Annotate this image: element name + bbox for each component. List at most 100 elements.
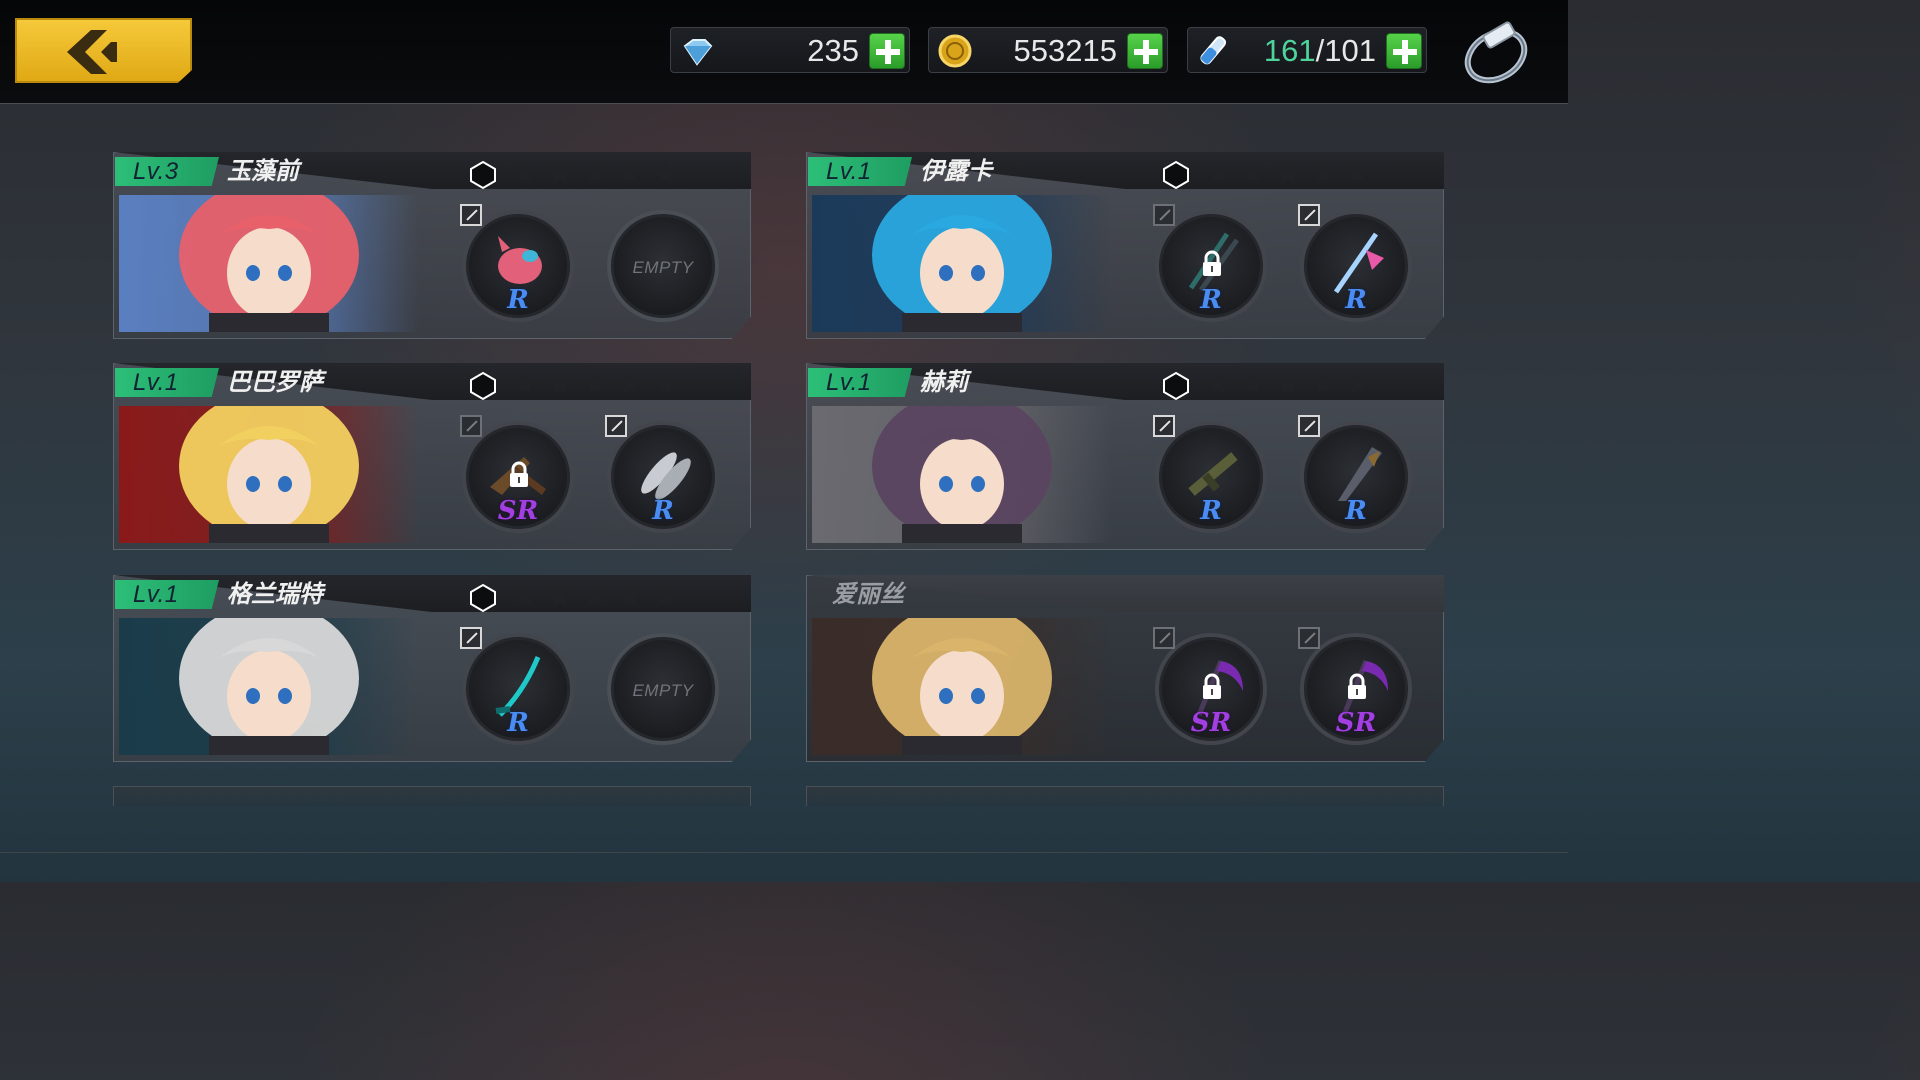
gold-coin-icon (938, 34, 972, 68)
diamond-value: 235 (807, 33, 859, 68)
character-card[interactable]: Lv.1 巴巴罗萨 ★ ★ ★ ★ ★ SR R (113, 363, 751, 550)
character-portrait (119, 406, 419, 543)
empty-slot-label: EMPTY (632, 681, 694, 700)
stamina-value: 161/101 (1264, 33, 1376, 69)
star-icon: ★ (512, 581, 538, 613)
rarity-badge: R (1345, 285, 1367, 315)
edit-icon[interactable] (1298, 415, 1320, 437)
add-gold-button[interactable] (1127, 33, 1163, 69)
level-text: Lv.1 (826, 369, 872, 396)
awaken-hexagon-icon (470, 371, 496, 401)
star-icon: ★ (1310, 158, 1336, 190)
character-name: 伊露卡 (920, 158, 992, 185)
character-card[interactable]: Lv.1 赫莉 ★ ★ ★ ★ ★ R R (806, 363, 1444, 550)
gold-counter: 553215 (928, 27, 1168, 73)
character-art (179, 618, 359, 755)
level-text: Lv.3 (133, 158, 179, 185)
weapon-slot[interactable]: R (1298, 204, 1412, 322)
next-row-card-left (113, 786, 751, 806)
back-button[interactable] (15, 18, 192, 83)
lock-icon (1348, 673, 1366, 699)
edit-icon[interactable] (1153, 415, 1175, 437)
awaken-hexagon-icon (1163, 371, 1189, 401)
star-rating: ★ ★ ★ ★ ★ (1204, 369, 1372, 401)
gold-value: 553215 (1013, 33, 1117, 68)
star-icon: ★ (1205, 369, 1231, 401)
ring-icon[interactable] (1460, 20, 1532, 86)
lock-icon (510, 461, 528, 487)
lock-icon (1203, 673, 1221, 699)
weapon-slot[interactable]: R (1153, 415, 1267, 533)
character-name: 赫莉 (920, 369, 968, 396)
character-card[interactable]: Lv.1 伊露卡 ★ ★ ★ ★ ★ R R (806, 152, 1444, 339)
edit-icon[interactable] (605, 415, 627, 437)
potion-vial-icon (1200, 36, 1227, 65)
bottom-divider (0, 852, 1568, 853)
character-card[interactable]: Lv.1 格兰瑞特 ★ ★ ★ ★ ★ R EMPTY (113, 575, 751, 762)
edit-icon (1298, 627, 1320, 649)
weapon-slot[interactable]: R (1153, 204, 1267, 322)
star-rating: ★ ★ ★ ★ ★ (511, 369, 679, 401)
character-portrait (812, 195, 1112, 332)
edit-icon (460, 415, 482, 437)
star-icon: ★ (1240, 158, 1266, 190)
edit-icon (1153, 204, 1175, 226)
stamina-counter: 161/101 (1187, 27, 1427, 73)
star-icon: ★ (582, 369, 608, 401)
empty-weapon-slot[interactable]: EMPTY (607, 210, 719, 322)
level-badge: Lv.3 (115, 157, 219, 186)
star-icon: ★ (512, 369, 538, 401)
level-badge: Lv.1 (808, 157, 912, 186)
character-card[interactable]: 爱丽丝 SR SR (806, 575, 1444, 762)
character-name: 巴巴罗萨 (227, 369, 323, 396)
character-portrait (812, 618, 1112, 755)
diamond-counter: 235 (670, 27, 910, 73)
level-badge: Lv.1 (808, 368, 912, 397)
add-diamond-button[interactable] (869, 33, 905, 69)
character-portrait (119, 618, 419, 755)
rarity-badge: R (1200, 496, 1222, 526)
weapon-slot[interactable]: R (1298, 415, 1412, 533)
character-art (179, 406, 359, 543)
star-icon: ★ (1275, 158, 1301, 190)
awaken-hexagon-icon (1163, 160, 1189, 190)
star-icon: ★ (547, 581, 573, 613)
rarity-badge: SR (1335, 708, 1377, 738)
edit-icon[interactable] (460, 204, 482, 226)
level-text: Lv.1 (133, 581, 179, 608)
weapon-slot[interactable]: R (460, 627, 574, 745)
star-icon: ★ (547, 158, 573, 190)
star-icon: ★ (582, 581, 608, 613)
weapon-slot[interactable]: SR (1298, 627, 1412, 745)
empty-weapon-slot[interactable]: EMPTY (607, 633, 719, 745)
star-icon: ★ (1345, 158, 1371, 190)
character-name: 格兰瑞特 (227, 581, 323, 608)
level-badge: Lv.1 (115, 368, 219, 397)
star-icon: ★ (652, 369, 678, 401)
character-art (179, 195, 359, 332)
character-art (872, 406, 1052, 543)
star-icon: ★ (1240, 369, 1266, 401)
add-stamina-button[interactable] (1386, 33, 1422, 69)
weapon-slot[interactable]: SR (460, 415, 574, 533)
character-portrait (119, 195, 419, 332)
edit-icon (1153, 627, 1175, 649)
weapon-slot[interactable]: SR (1153, 627, 1267, 745)
star-rating: ★ ★ ★ ★ ★ (1204, 158, 1372, 190)
star-rating: ★ ★ ★ ★ ★ (511, 581, 679, 613)
star-icon: ★ (512, 158, 538, 190)
stamina-current: 161 (1263, 33, 1316, 68)
star-icon: ★ (547, 369, 573, 401)
weapon-slot[interactable]: R (605, 415, 719, 533)
rarity-badge: R (507, 708, 529, 738)
rarity-badge: R (1345, 496, 1367, 526)
awaken-hexagon-icon (470, 160, 496, 190)
character-name: 爱丽丝 (832, 581, 904, 608)
edit-icon[interactable] (460, 627, 482, 649)
next-row-card-right (806, 786, 1444, 806)
character-card[interactable]: Lv.3 玉藻前 ★ ★ ★ ★ ★ R EMPTY (113, 152, 751, 339)
diamond-icon (683, 39, 713, 66)
edit-icon[interactable] (1298, 204, 1320, 226)
character-art (872, 195, 1052, 332)
weapon-slot[interactable]: R (460, 204, 574, 322)
